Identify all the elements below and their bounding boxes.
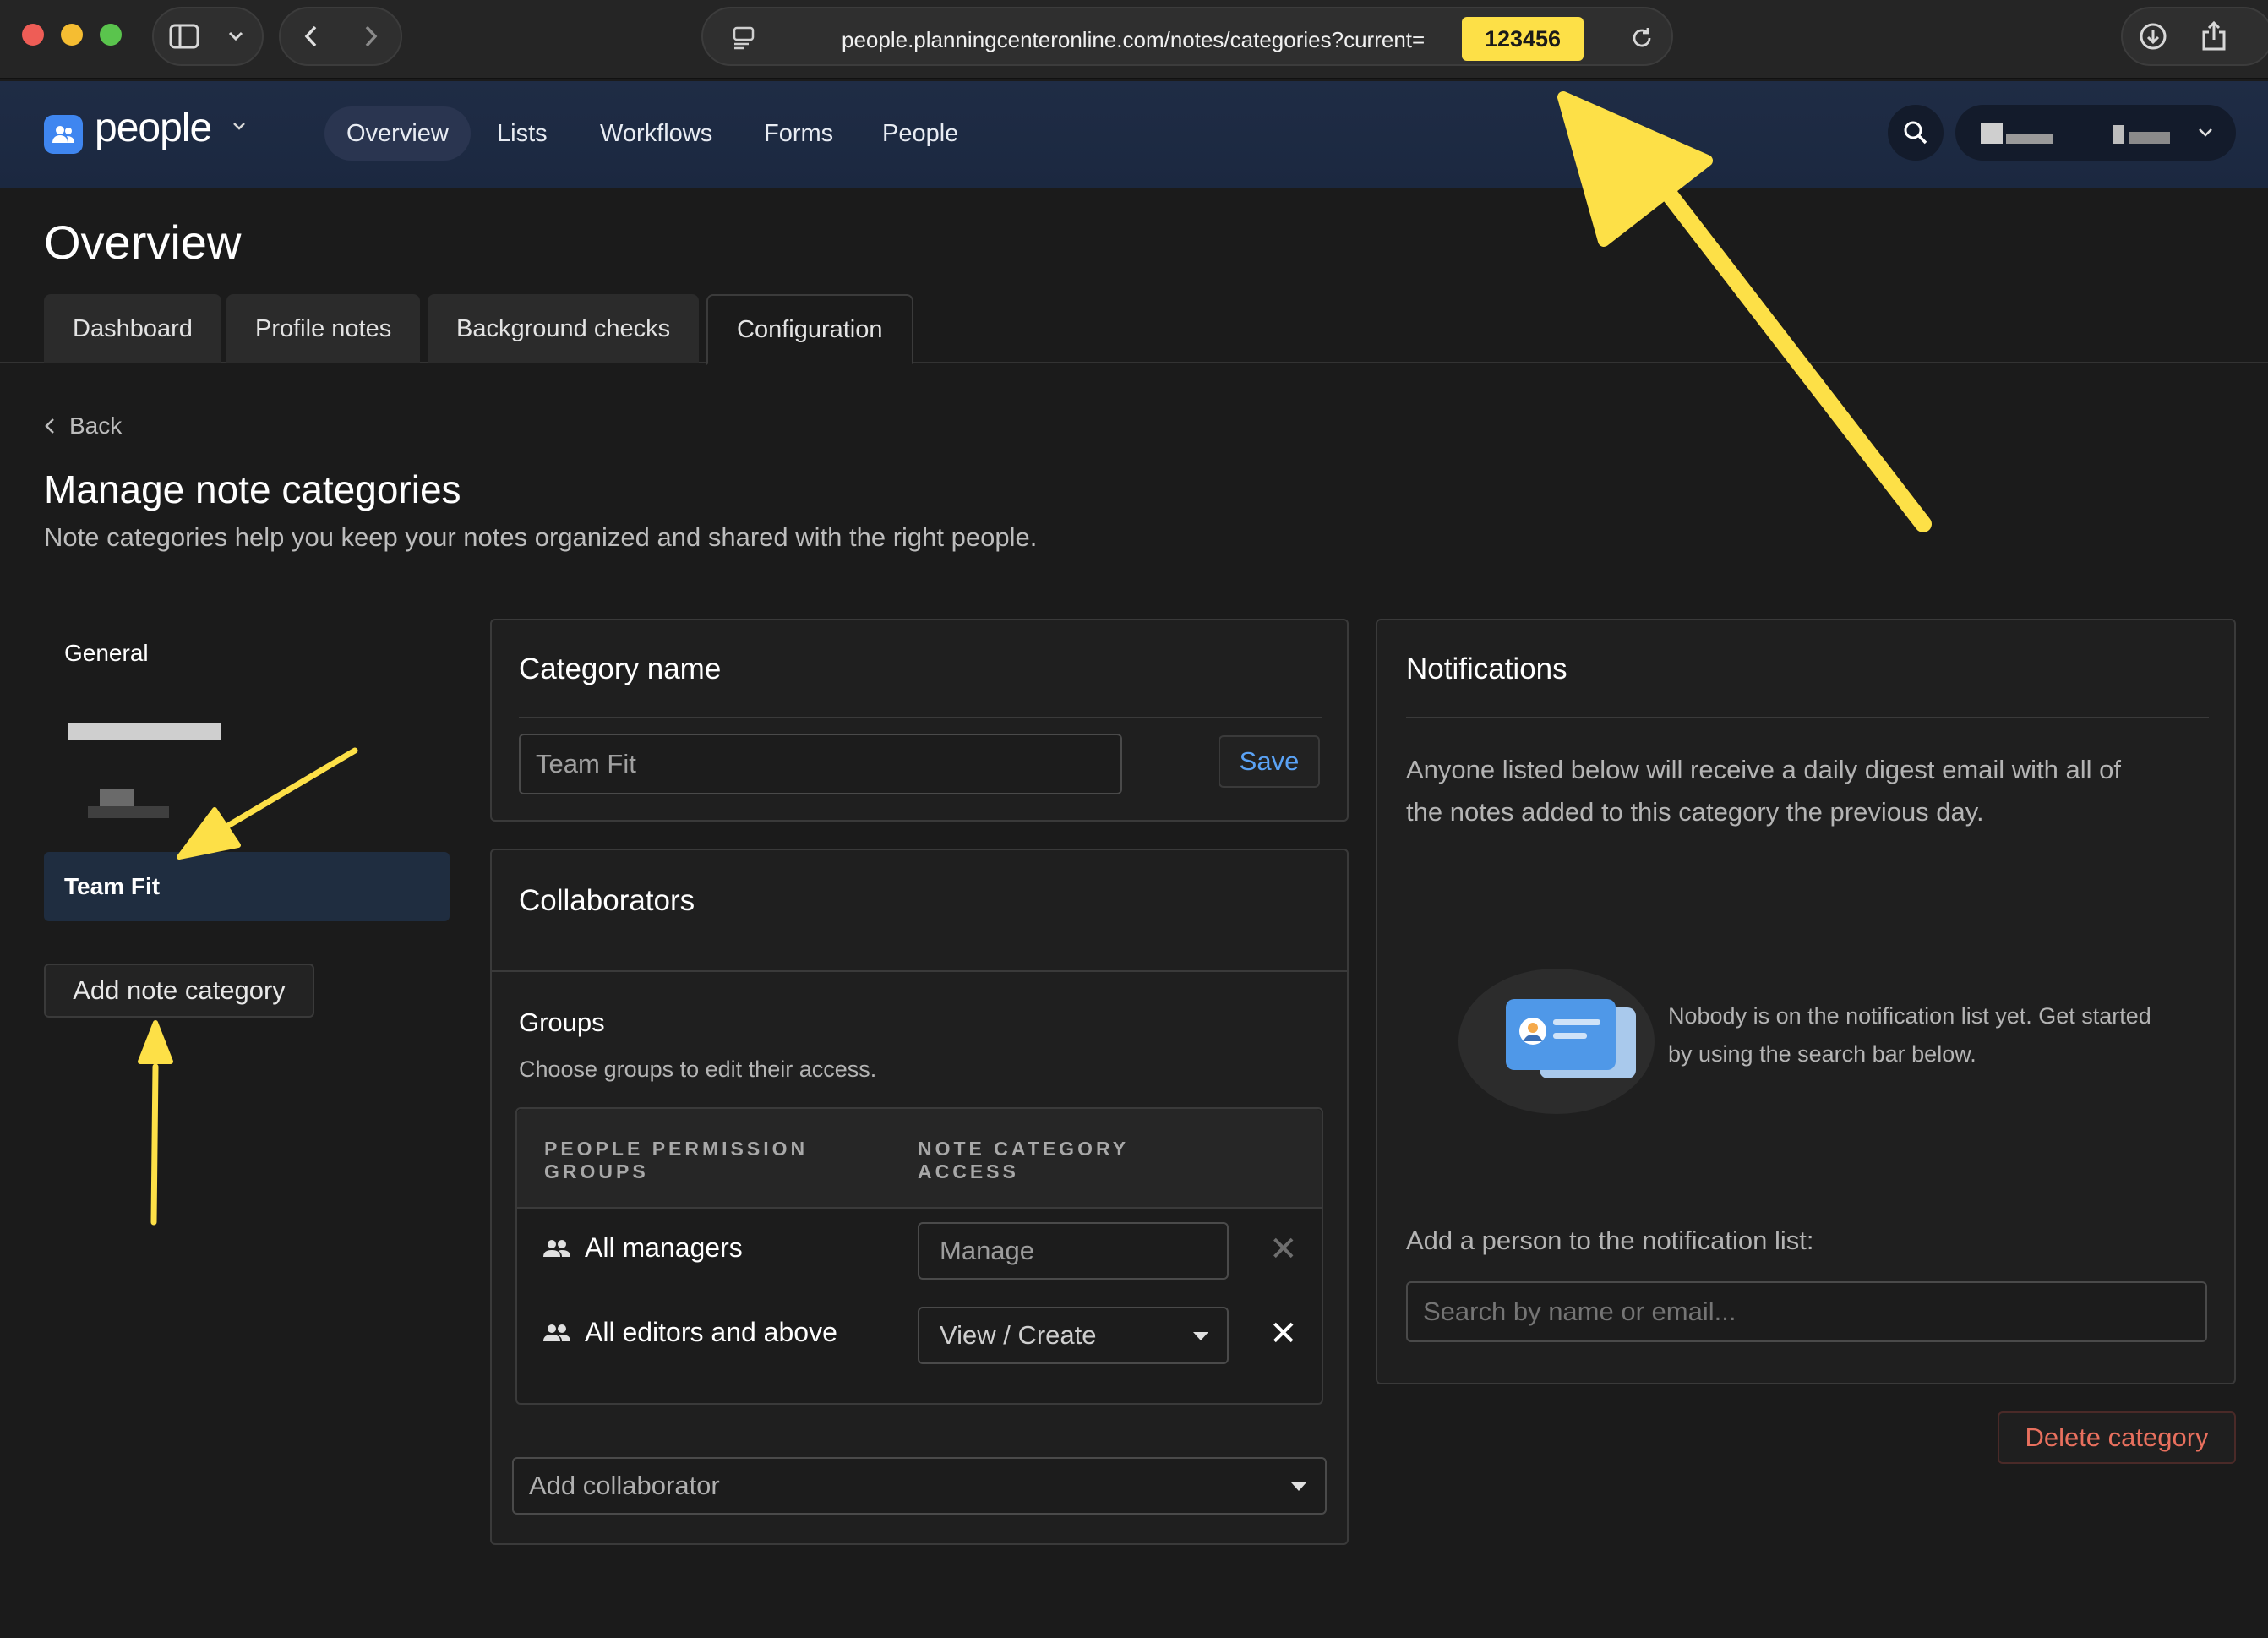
nav-forms[interactable]: Forms <box>742 106 855 161</box>
groups-table: PEOPLE PERMISSION GROUPS NOTE CATEGORY A… <box>515 1107 1323 1405</box>
url-text: people.planningcenteronline.com/notes/ca… <box>842 27 1426 52</box>
address-bar[interactable]: people.planningcenteronline.com/notes/ca… <box>701 7 1673 66</box>
divider <box>492 970 1347 972</box>
collaborators-title: Collaborators <box>519 884 695 917</box>
table-header: PEOPLE PERMISSION GROUPS NOTE CATEGORY A… <box>517 1109 1322 1209</box>
empty-state-text: Nobody is on the notification list yet. … <box>1668 1003 2151 1067</box>
browser-actions-group <box>2121 7 2268 66</box>
access-select-manage: Manage <box>918 1222 1229 1280</box>
delete-category-button[interactable]: Delete category <box>1998 1411 2236 1464</box>
add-collaborator-placeholder: Add collaborator <box>529 1471 720 1500</box>
category-name-panel: Category name Team Fit <box>490 619 1349 822</box>
divider <box>1406 717 2209 718</box>
redacted-name-part <box>2113 125 2124 144</box>
tab-profile-notes[interactable]: Profile notes <box>226 294 421 363</box>
table-row: All editors and above View / Create ✕ <box>517 1293 1322 1378</box>
close-window-button[interactable] <box>22 24 44 46</box>
chevron-left-icon <box>45 418 54 434</box>
category-item-general[interactable]: General <box>44 619 450 688</box>
group-icon <box>543 1239 570 1257</box>
groups-title: Groups <box>519 1007 605 1037</box>
redacted-category-name <box>100 789 134 806</box>
nav-workflows[interactable]: Workflows <box>578 106 734 161</box>
forward-arrow-icon[interactable] <box>341 8 401 64</box>
column-header-groups: PEOPLE PERMISSION GROUPS <box>544 1138 809 1182</box>
redacted-name <box>2006 134 2053 144</box>
section-heading: Manage note categories <box>44 467 461 511</box>
caret-down-icon <box>1291 1482 1306 1491</box>
share-icon[interactable] <box>2183 8 2244 64</box>
history-nav-group <box>279 7 402 66</box>
user-menu[interactable] <box>1955 105 2236 161</box>
group-cell: All managers <box>542 1232 743 1264</box>
chevron-down-icon <box>2197 127 2214 143</box>
back-arrow-icon[interactable] <box>281 8 341 64</box>
url-highlight-badge: 123456 <box>1462 17 1584 61</box>
minimize-window-button[interactable] <box>61 24 83 46</box>
table-row: All managers Manage ✕ <box>517 1209 1322 1293</box>
add-collaborator-select[interactable]: Add collaborator <box>512 1457 1327 1515</box>
remove-group-close-icon[interactable]: ✕ <box>1269 1317 1298 1351</box>
people-logo-icon[interactable] <box>44 115 83 154</box>
zoom-window-button[interactable] <box>100 24 122 46</box>
chevron-down-icon[interactable] <box>215 8 257 64</box>
app-name[interactable]: people <box>95 105 212 151</box>
arrow-to-add-category-annotation <box>138 1020 173 1226</box>
category-item-team-fit[interactable]: Team Fit <box>44 852 450 921</box>
category-name-title: Category name <box>519 652 722 685</box>
category-name-input[interactable]: Team Fit <box>519 734 1122 794</box>
category-item-redacted-2[interactable] <box>44 767 450 837</box>
notifications-description: Anyone listed below will receive a daily… <box>1406 755 2122 827</box>
group-name: All editors and above <box>585 1317 837 1347</box>
remove-group-close-icon: ✕ <box>1269 1231 1298 1268</box>
nav-lists[interactable]: Lists <box>475 106 570 161</box>
sidebar-toggle-group <box>152 7 264 66</box>
column-header-access: NOTE CATEGORY ACCESS <box>918 1138 1130 1182</box>
group-cell: All editors and above <box>542 1317 837 1348</box>
browser-toolbar: people.planningcenteronline.com/notes/ca… <box>0 0 2268 79</box>
sidebar-icon[interactable] <box>154 8 215 64</box>
nav-overview[interactable]: Overview <box>324 106 471 161</box>
group-name: All managers <box>585 1232 743 1263</box>
add-person-label: Add a person to the notification list: <box>1406 1226 1814 1255</box>
redacted-name-part <box>2129 132 2170 144</box>
groups-help-text: Choose groups to edit their access. <box>519 1057 877 1082</box>
nav-people[interactable]: People <box>860 106 980 161</box>
divider <box>519 717 1322 718</box>
page-settings-icon[interactable] <box>732 25 755 55</box>
add-note-category-button[interactable]: Add note category <box>44 964 314 1018</box>
redacted-category-name <box>88 806 169 818</box>
tab-dashboard[interactable]: Dashboard <box>44 294 221 363</box>
avatar <box>1981 123 2003 144</box>
save-button[interactable]: Save <box>1219 735 1320 788</box>
back-label: Back <box>69 412 123 439</box>
page-tabs: Dashboard Profile notes Background check… <box>0 294 2268 365</box>
search-icon[interactable] <box>1888 105 1944 161</box>
page-title: Overview <box>44 216 242 269</box>
redacted-category-name <box>68 723 221 740</box>
reload-icon[interactable] <box>1629 25 1655 55</box>
download-icon[interactable] <box>2123 8 2183 64</box>
contact-card-illustration-icon <box>1458 967 1655 1120</box>
section-description: Note categories help you keep your notes… <box>44 522 1038 552</box>
caret-down-icon <box>1193 1332 1208 1340</box>
notification-search-input[interactable] <box>1406 1281 2207 1342</box>
app-navbar: people Overview Lists Workflows Forms Pe… <box>0 81 2268 188</box>
access-select-value: View / Create <box>940 1320 1097 1350</box>
group-icon <box>543 1324 570 1341</box>
category-item-redacted[interactable] <box>44 698 450 767</box>
access-select-view-create[interactable]: View / Create <box>918 1307 1229 1364</box>
tab-configuration[interactable]: Configuration <box>706 294 913 365</box>
back-link[interactable]: Back <box>44 412 122 440</box>
notifications-panel: Notifications Anyone listed below will r… <box>1376 619 2236 1384</box>
tab-background-checks[interactable]: Background checks <box>428 294 700 363</box>
notifications-title: Notifications <box>1406 652 1567 685</box>
app-switcher-chevron-icon[interactable] <box>232 120 247 135</box>
